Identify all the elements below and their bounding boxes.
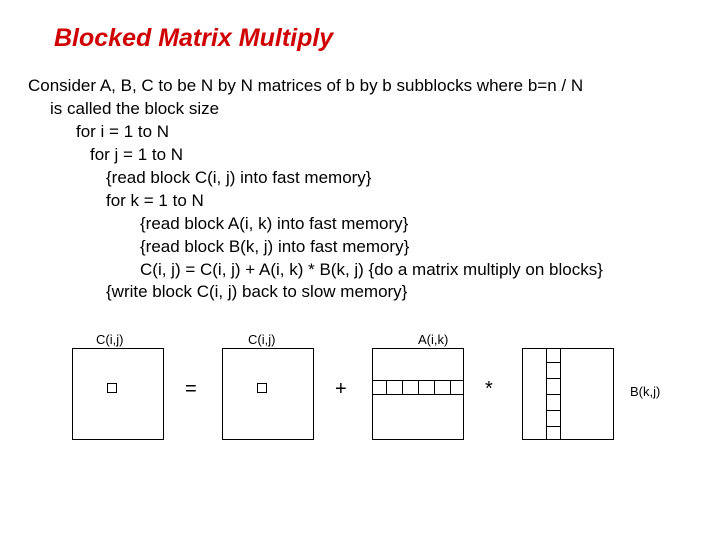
star-op: * <box>485 378 493 401</box>
block-c <box>107 383 117 393</box>
col-sep <box>546 426 560 427</box>
text-line: C(i, j) = C(i, j) + A(i, k) * B(k, j) {d… <box>140 259 692 282</box>
matrix-c2-box <box>222 348 314 440</box>
row-strip-bottom <box>372 394 464 395</box>
row-sep <box>402 380 403 394</box>
block-c2 <box>257 383 267 393</box>
text-line: Consider A, B, C to be N by N matrices o… <box>28 75 692 98</box>
algorithm-text: Consider A, B, C to be N by N matrices o… <box>28 75 692 304</box>
text-line: {read block C(i, j) into fast memory} <box>106 167 692 190</box>
equals-op: = <box>185 378 197 401</box>
row-sep <box>450 380 451 394</box>
col-sep <box>546 378 560 379</box>
text-line: for j = 1 to N <box>90 144 692 167</box>
col-sep <box>546 394 560 395</box>
plus-op: + <box>335 378 347 401</box>
col-sep <box>546 410 560 411</box>
text-line: {read block B(k, j) into fast memory} <box>140 236 692 259</box>
text-line: for k = 1 to N <box>106 190 692 213</box>
text-line: {write block C(i, j) back to slow memory… <box>106 281 692 304</box>
slide-title: Blocked Matrix Multiply <box>54 24 692 53</box>
row-sep <box>434 380 435 394</box>
matrix-c2-label: C(i,j) <box>248 332 275 347</box>
slide: Blocked Matrix Multiply Consider A, B, C… <box>0 0 720 458</box>
matrix-c-box <box>72 348 164 440</box>
row-sep <box>386 380 387 394</box>
col-strip-right <box>560 348 561 440</box>
matrix-b-label: B(k,j) <box>630 384 660 399</box>
text-line: is called the block size <box>50 98 692 121</box>
matrix-a-label: A(i,k) <box>418 332 448 347</box>
matrix-b-box <box>522 348 614 440</box>
matrix-diagram: C(i,j) = C(i,j) + A(i,k) * B(k,j) <box>28 318 692 458</box>
text-line: {read block A(i, k) into fast memory} <box>140 213 692 236</box>
text-line: for i = 1 to N <box>76 121 692 144</box>
matrix-c-label: C(i,j) <box>96 332 123 347</box>
col-sep <box>546 362 560 363</box>
row-sep <box>418 380 419 394</box>
